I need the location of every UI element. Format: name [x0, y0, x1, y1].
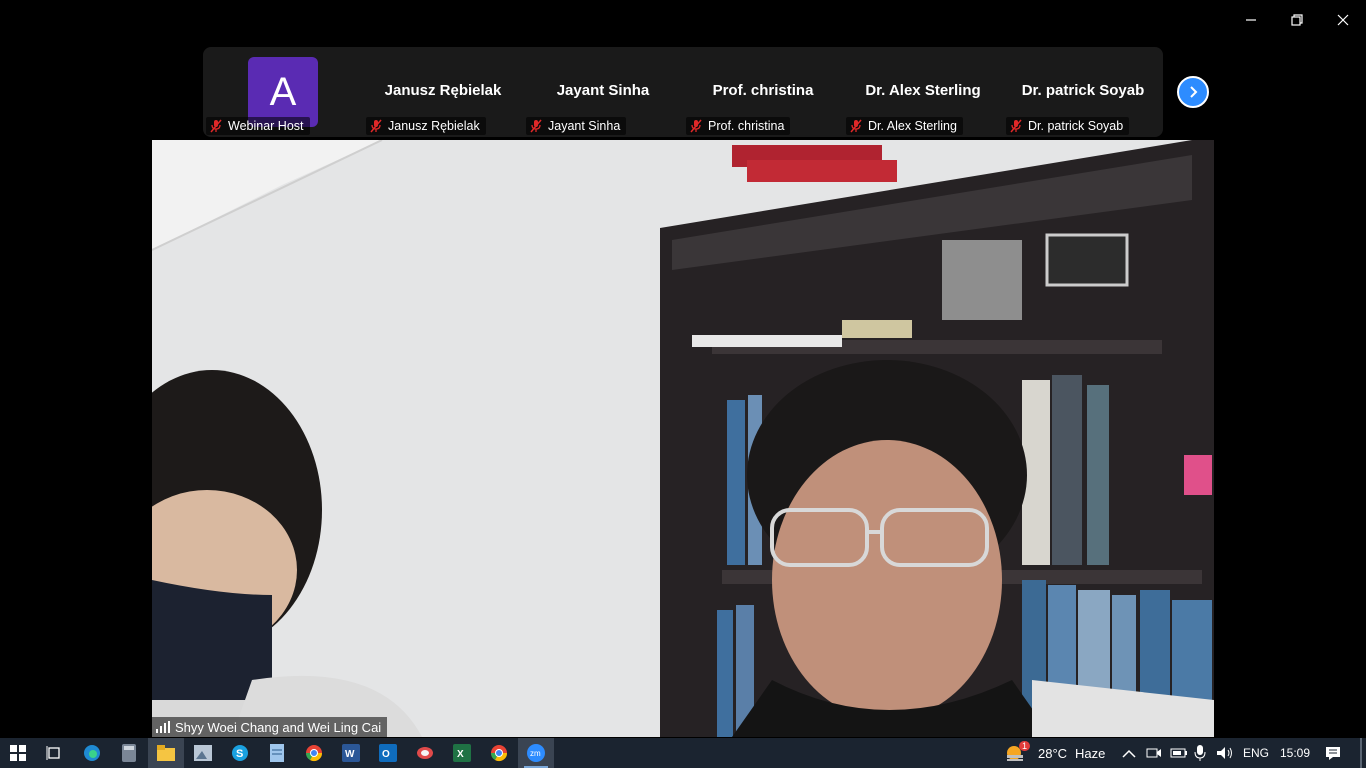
participant-strip: A Webinar Host Janusz Rębielak Janusz Rę…	[203, 47, 1163, 137]
next-page-button[interactable]	[1177, 76, 1209, 108]
participant-label-text: Webinar Host	[228, 119, 304, 133]
participant-tile[interactable]: Jayant Sinha Jayant Sinha	[523, 47, 683, 137]
svg-text:W: W	[345, 749, 355, 760]
participant-name: Dr. patrick Soyab	[1021, 82, 1145, 99]
participant-label: Jayant Sinha	[526, 117, 627, 135]
show-hidden-icons-icon[interactable]	[1122, 738, 1136, 768]
participant-tile[interactable]: Dr. Alex Sterling Dr. Alex Sterling	[843, 47, 1003, 137]
edge-icon[interactable]	[74, 738, 110, 768]
show-desktop-button[interactable]	[1360, 738, 1362, 768]
participant-tile[interactable]: Prof. christina Prof. christina	[683, 47, 843, 137]
participant-label-text: Dr. patrick Soyab	[1028, 119, 1124, 133]
mic-muted-icon	[530, 119, 542, 133]
participant-label-text: Janusz Rębielak	[388, 119, 480, 133]
weather-widget[interactable]: 1 28°C Haze	[1004, 738, 1105, 768]
volume-icon[interactable]	[1216, 738, 1234, 768]
active-speaker-label: Shyy Woei Chang and Wei Ling Cai	[152, 717, 388, 737]
participant-tile[interactable]: Dr. patrick Soyab Dr. patrick Soyab	[1003, 47, 1163, 137]
participant-label: Janusz Rębielak	[366, 117, 486, 135]
windows-start-icon[interactable]	[0, 738, 36, 768]
notepad-icon[interactable]	[259, 738, 295, 768]
participant-label-text: Jayant Sinha	[548, 119, 621, 133]
snip-icon[interactable]	[407, 738, 443, 768]
mic-muted-icon	[210, 119, 222, 133]
zoom-icon[interactable]: zm	[518, 738, 554, 768]
svg-text:O: O	[382, 749, 390, 760]
weather-badge: 1	[1018, 741, 1030, 751]
participant-tile[interactable]: Janusz Rębielak Janusz Rębielak	[363, 47, 523, 137]
skype-icon[interactable]: S	[222, 738, 258, 768]
word-icon[interactable]: W	[333, 738, 369, 768]
participant-label: Dr. patrick Soyab	[1006, 117, 1130, 135]
chrome-profile-icon[interactable]	[481, 738, 517, 768]
participant-name: Jayant Sinha	[556, 82, 650, 99]
clock[interactable]: 15:09	[1280, 738, 1310, 768]
participant-name: Janusz Rębielak	[384, 82, 502, 99]
svg-text:X: X	[457, 749, 464, 760]
active-speaker-video	[152, 140, 1214, 737]
participant-label: Prof. christina	[686, 117, 791, 135]
weather-icon: 1	[1004, 741, 1030, 763]
participant-label: Dr. Alex Sterling	[846, 117, 963, 135]
close-icon[interactable]	[1320, 0, 1366, 40]
active-speaker-name: Shyy Woei Chang and Wei Ling Cai	[175, 719, 382, 735]
excel-icon[interactable]: X	[444, 738, 480, 768]
mic-muted-icon	[1010, 119, 1022, 133]
notifications-icon[interactable]	[1325, 738, 1341, 768]
weather-condition: Haze	[1075, 745, 1106, 761]
window-controls	[1228, 0, 1366, 40]
mic-muted-icon	[850, 119, 862, 133]
outlook-icon[interactable]: O	[370, 738, 406, 768]
participant-name: Prof. christina	[712, 82, 814, 99]
participant-label-text: Prof. christina	[708, 119, 785, 133]
svg-text:zm: zm	[530, 749, 541, 758]
mic-muted-icon	[690, 119, 702, 133]
battery-icon[interactable]	[1170, 738, 1188, 768]
mic-muted-icon	[370, 119, 382, 133]
participant-label-text: Dr. Alex Sterling	[868, 119, 957, 133]
signal-strength-icon	[156, 721, 170, 733]
chevron-right-icon	[1190, 86, 1198, 98]
restore-icon[interactable]	[1274, 0, 1320, 40]
svg-text:S: S	[236, 748, 243, 760]
file-explorer-icon[interactable]	[148, 738, 184, 768]
language-indicator[interactable]: ENG	[1243, 738, 1269, 768]
taskbar: S W O X zm 1 28°C Haze ENG 15:09	[0, 738, 1366, 768]
photos-icon[interactable]	[185, 738, 221, 768]
participant-label: Webinar Host	[206, 117, 310, 135]
weather-temp: 28°C	[1038, 745, 1068, 761]
task-view-icon[interactable]	[36, 738, 72, 768]
chrome-icon[interactable]	[296, 738, 332, 768]
video-frame	[152, 140, 1214, 737]
calculator-icon[interactable]	[111, 738, 147, 768]
minimize-icon[interactable]	[1228, 0, 1274, 40]
microphone-icon[interactable]	[1194, 738, 1206, 768]
participant-name: Dr. Alex Sterling	[865, 82, 981, 99]
participant-tile[interactable]: A Webinar Host	[203, 47, 363, 137]
meet-now-icon[interactable]	[1146, 738, 1162, 768]
